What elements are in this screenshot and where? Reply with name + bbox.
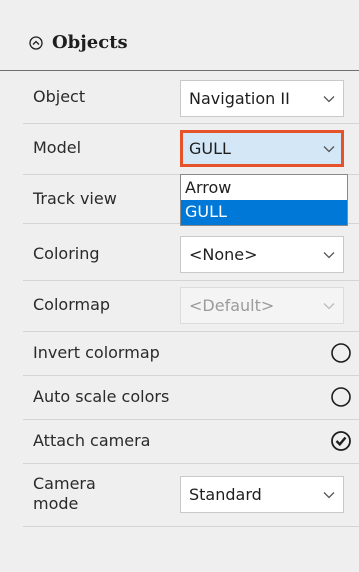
invert-colormap-label: Invert colormap — [33, 343, 160, 362]
model-value: GULL — [189, 139, 231, 158]
auto-scale-colors-label: Auto scale colors — [33, 387, 170, 406]
invert-colormap-toggle[interactable] — [330, 342, 352, 364]
coloring-select[interactable]: <None> — [180, 236, 344, 273]
attach-camera-label: Attach camera — [33, 431, 151, 450]
camera-mode-select[interactable]: Standard — [180, 476, 344, 513]
invert-colormap-row: Invert colormap — [23, 332, 359, 376]
auto-scale-colors-toggle[interactable] — [330, 386, 352, 408]
chevron-up-circle-icon[interactable] — [29, 36, 43, 50]
colormap-label: Colormap — [33, 295, 111, 314]
model-dropdown-list: Arrow GULL — [180, 174, 348, 226]
coloring-value: <None> — [189, 245, 258, 264]
colormap-value: <Default> — [189, 296, 275, 315]
chevron-down-icon — [323, 303, 335, 310]
chevron-down-icon — [323, 252, 335, 259]
attach-camera-row: Attach camera — [23, 420, 359, 464]
objects-panel: Objects Object Navigation II Model GULL … — [0, 0, 359, 572]
section-title: Objects — [52, 32, 128, 53]
dropdown-option-gull[interactable]: GULL — [181, 200, 347, 225]
track-view-label: Track view — [33, 189, 117, 208]
coloring-row: Coloring <None> — [23, 230, 359, 281]
object-select[interactable]: Navigation II — [180, 80, 344, 117]
dropdown-option-arrow[interactable]: Arrow — [181, 176, 347, 200]
auto-scale-colors-row: Auto scale colors — [23, 376, 359, 420]
camera-mode-value: Standard — [189, 485, 262, 504]
colormap-row: Colormap <Default> — [23, 281, 359, 332]
coloring-label: Coloring — [33, 244, 100, 263]
chevron-down-icon — [323, 96, 335, 103]
chevron-down-icon — [323, 146, 335, 153]
attach-camera-toggle[interactable] — [330, 430, 352, 452]
object-label: Object — [33, 87, 86, 106]
model-row: Model GULL — [23, 124, 359, 175]
camera-mode-row: Camera mode Standard — [23, 464, 359, 527]
model-select[interactable]: GULL — [180, 130, 344, 167]
camera-mode-label-line1: Camera — [33, 474, 96, 493]
object-value: Navigation II — [189, 89, 290, 108]
objects-section-header[interactable]: Objects — [0, 20, 359, 71]
colormap-select: <Default> — [180, 287, 344, 324]
camera-mode-label: Camera mode — [33, 474, 96, 514]
model-label: Model — [33, 138, 82, 157]
checkmark-icon — [335, 436, 347, 447]
chevron-down-icon — [323, 492, 335, 499]
object-row: Object Navigation II — [23, 74, 359, 124]
camera-mode-label-line2: mode — [33, 494, 79, 513]
